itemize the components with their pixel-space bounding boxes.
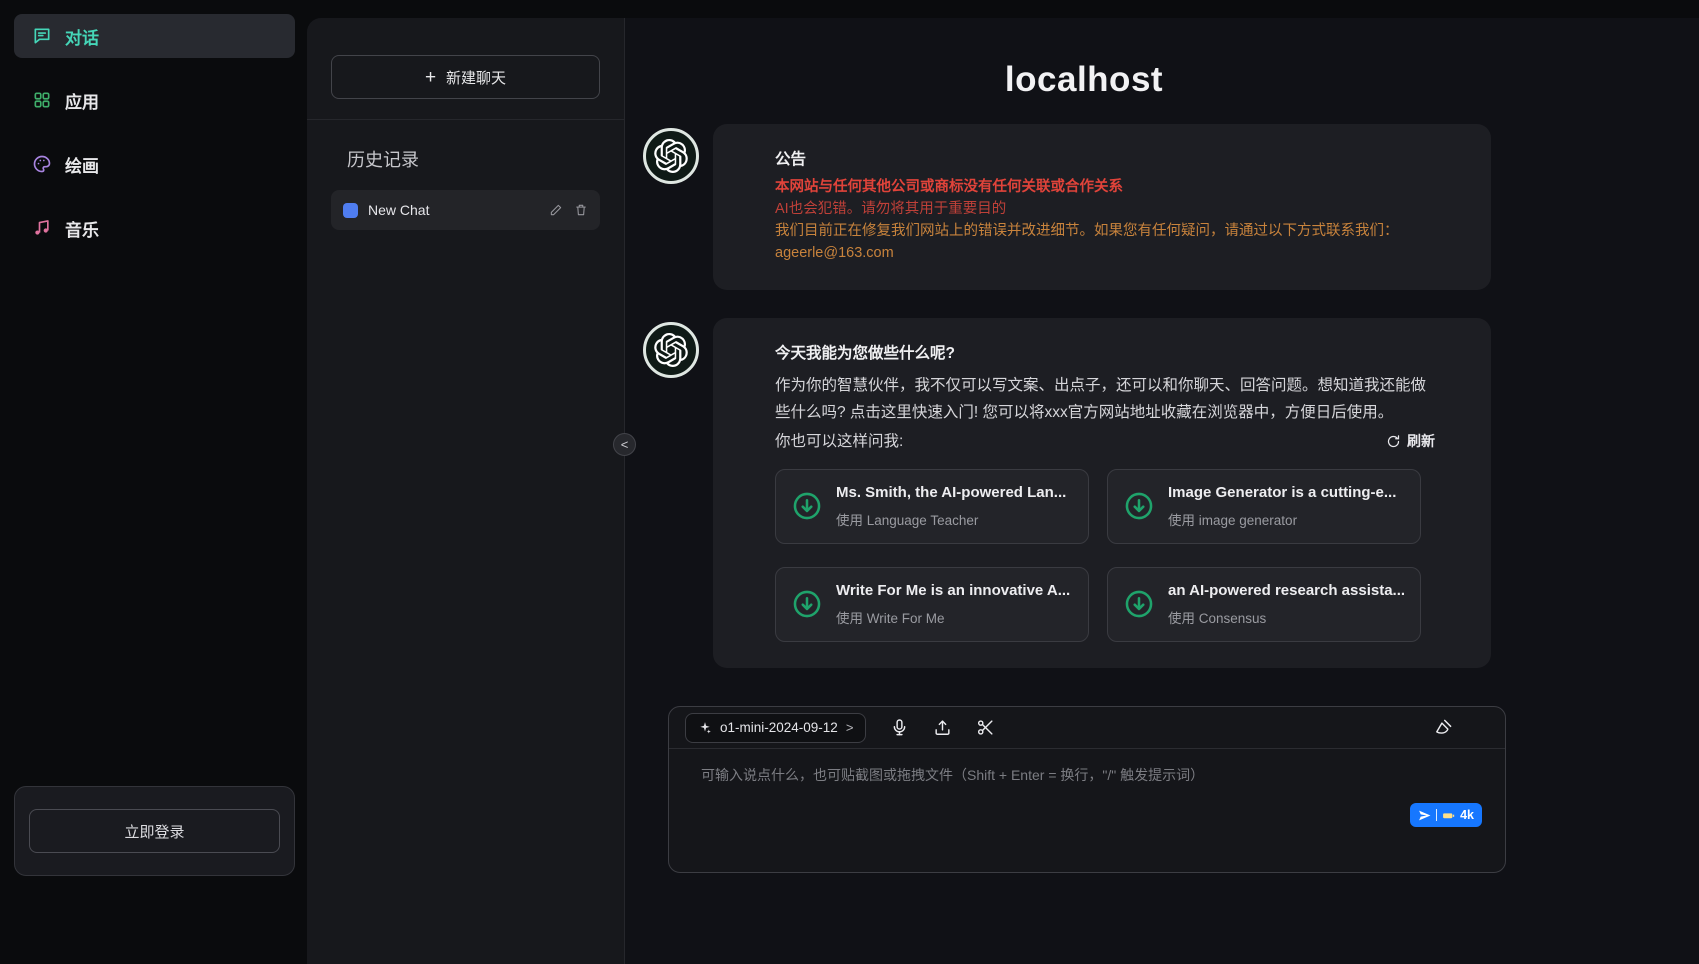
sidebar-item-apps[interactable]: 应用 (14, 78, 295, 122)
chat-item-actions (549, 203, 588, 217)
composer: o1-mini-2024-09-12 > (668, 706, 1506, 873)
login-button[interactable]: 立即登录 (29, 809, 280, 853)
suggestion-title: Image Generator is a cutting-e... (1168, 482, 1396, 505)
suggestion-text: Ms. Smith, the AI-powered Lan... 使用 Lang… (836, 482, 1066, 531)
divider (307, 119, 624, 120)
gpt-install-icon (1122, 587, 1156, 621)
refresh-button[interactable]: 刷新 (1386, 431, 1435, 452)
message-welcome: 今天我能为您做些什么呢? 作为你的智慧伙伴，我不仅可以写文案、出点子，还可以和你… (643, 318, 1543, 668)
input-placeholder: 可输入说点什么，也可贴截图或拖拽文件（Shift + Enter = 换行，"/… (701, 767, 1204, 783)
suggestion-subtitle: 使用 Consensus (1168, 609, 1405, 629)
chevron-left-icon: < (621, 437, 629, 452)
delete-icon[interactable] (574, 203, 588, 217)
scissors-button[interactable] (976, 718, 995, 737)
battery-icon (1442, 809, 1455, 822)
message-announcement: 公告 本网站与任何其他公司或商标没有任何关联或合作关系 AI也会犯错。请勿将其用… (643, 124, 1543, 290)
chat-item-title: New Chat (368, 202, 539, 218)
edit-icon[interactable] (549, 203, 563, 217)
suggestion-grid: Ms. Smith, the AI-powered Lan... 使用 Lang… (775, 469, 1435, 642)
sidebar-item-label: 应用 (65, 88, 99, 113)
refresh-label: 刷新 (1407, 431, 1435, 452)
suggestion-subtitle: 使用 image generator (1168, 511, 1396, 531)
ask-hint: 你也可以这样问我: (775, 428, 903, 455)
gpt-install-icon (790, 489, 824, 523)
suggestion-title: Ms. Smith, the AI-powered Lan... (836, 482, 1066, 505)
upload-button[interactable] (933, 718, 952, 737)
assistant-avatar (643, 128, 699, 184)
grid-icon (32, 90, 52, 110)
suggestion-card[interactable]: Ms. Smith, the AI-powered Lan... 使用 Lang… (775, 469, 1089, 544)
model-name: o1-mini-2024-09-12 (720, 720, 838, 735)
suggestion-card[interactable]: Image Generator is a cutting-e... 使用 ima… (1107, 469, 1421, 544)
composer-toolbar: o1-mini-2024-09-12 > (669, 707, 1505, 749)
sparkle-icon (698, 721, 712, 735)
announcement-line: 本网站与任何其他公司或商标没有任何关联或合作关系 (775, 177, 1435, 199)
announcement-line: 我们目前正在修复我们网站上的错误并改进细节。如果您有任何疑问，请通过以下方式联系… (775, 221, 1435, 243)
chat-bubble-icon (32, 26, 52, 46)
welcome-heading: 今天我能为您做些什么呢? (775, 342, 1435, 365)
music-note-icon (32, 218, 52, 238)
gpt-install-icon (790, 587, 824, 621)
announcement-line: AI也会犯错。请勿将其用于重要目的 (775, 199, 1435, 221)
plus-icon: + (425, 68, 436, 87)
send-button[interactable]: 4k (1410, 803, 1482, 827)
refresh-icon (1386, 434, 1401, 449)
assistant-avatar (643, 322, 699, 378)
welcome-body: 作为你的智慧伙伴，我不仅可以写文案、出点子，还可以和你聊天、回答问题。想知道我还… (775, 372, 1435, 426)
chevron-right-icon: > (846, 720, 854, 735)
chat-main-panel: < localhost 公告 本网站与任何其他公司或商标没有任何关联或合作关系 … (625, 18, 1699, 964)
new-chat-button[interactable]: + 新建聊天 (331, 55, 600, 99)
suggestion-text: Write For Me is an innovative A... 使用 Wr… (836, 580, 1070, 629)
divider (1436, 809, 1437, 821)
message-input[interactable]: 可输入说点什么，也可贴截图或拖拽文件（Shift + Enter = 换行，"/… (669, 749, 1505, 872)
suggestion-text: an AI-powered research assista... 使用 Con… (1168, 580, 1405, 629)
palette-icon (32, 154, 52, 174)
chat-list-panel: + 新建聊天 历史记录 New Chat (307, 18, 625, 964)
announcement-bubble: 公告 本网站与任何其他公司或商标没有任何关联或合作关系 AI也会犯错。请勿将其用… (713, 124, 1491, 290)
window-panel: + 新建聊天 历史记录 New Chat < localhost (307, 18, 1699, 964)
gpt-install-icon (1122, 489, 1156, 523)
suggestion-subtitle: 使用 Write For Me (836, 609, 1070, 629)
suggestion-title: an AI-powered research assista... (1168, 580, 1405, 603)
sidebar-item-label: 绘画 (65, 152, 99, 177)
message-list: 公告 本网站与任何其他公司或商标没有任何关联或合作关系 AI也会犯错。请勿将其用… (625, 124, 1543, 700)
ask-row: 你也可以这样问我: 刷新 (775, 428, 1435, 455)
main-content: localhost 公告 本网站与任何其他公司或商标没有任何关联或合作关系 AI… (625, 18, 1543, 964)
new-chat-label: 新建聊天 (446, 67, 506, 88)
token-count: 4k (1460, 808, 1474, 822)
page-title: localhost (625, 60, 1543, 100)
sidebar-item-label: 对话 (65, 24, 99, 49)
announcement-heading: 公告 (775, 148, 1435, 171)
sidebar: 对话 应用 绘画 音乐 立即登录 (0, 0, 307, 964)
send-plane-icon (1418, 809, 1431, 822)
suggestion-card[interactable]: Write For Me is an innovative A... 使用 Wr… (775, 567, 1089, 642)
chat-history-item[interactable]: New Chat (331, 190, 600, 230)
suggestion-subtitle: 使用 Language Teacher (836, 511, 1066, 531)
login-panel: 立即登录 (14, 786, 295, 876)
welcome-bubble: 今天我能为您做些什么呢? 作为你的智慧伙伴，我不仅可以写文案、出点子，还可以和你… (713, 318, 1491, 668)
model-selector[interactable]: o1-mini-2024-09-12 > (685, 713, 866, 743)
sidebar-item-drawing[interactable]: 绘画 (14, 142, 295, 186)
suggestion-title: Write For Me is an innovative A... (836, 580, 1070, 603)
chat-item-avatar (343, 203, 358, 218)
sidebar-item-chat[interactable]: 对话 (14, 14, 295, 58)
suggestion-text: Image Generator is a cutting-e... 使用 ima… (1168, 482, 1396, 531)
history-title: 历史记录 (331, 146, 600, 172)
suggestion-card[interactable]: an AI-powered research assista... 使用 Con… (1107, 567, 1421, 642)
clear-context-broom-button[interactable] (1434, 718, 1453, 737)
contact-email-link[interactable]: ageerle@163.com (775, 243, 894, 265)
sidebar-item-music[interactable]: 音乐 (14, 206, 295, 250)
microphone-button[interactable] (890, 718, 909, 737)
sidebar-item-label: 音乐 (65, 216, 99, 241)
collapse-sidebar-button[interactable]: < (613, 433, 636, 456)
